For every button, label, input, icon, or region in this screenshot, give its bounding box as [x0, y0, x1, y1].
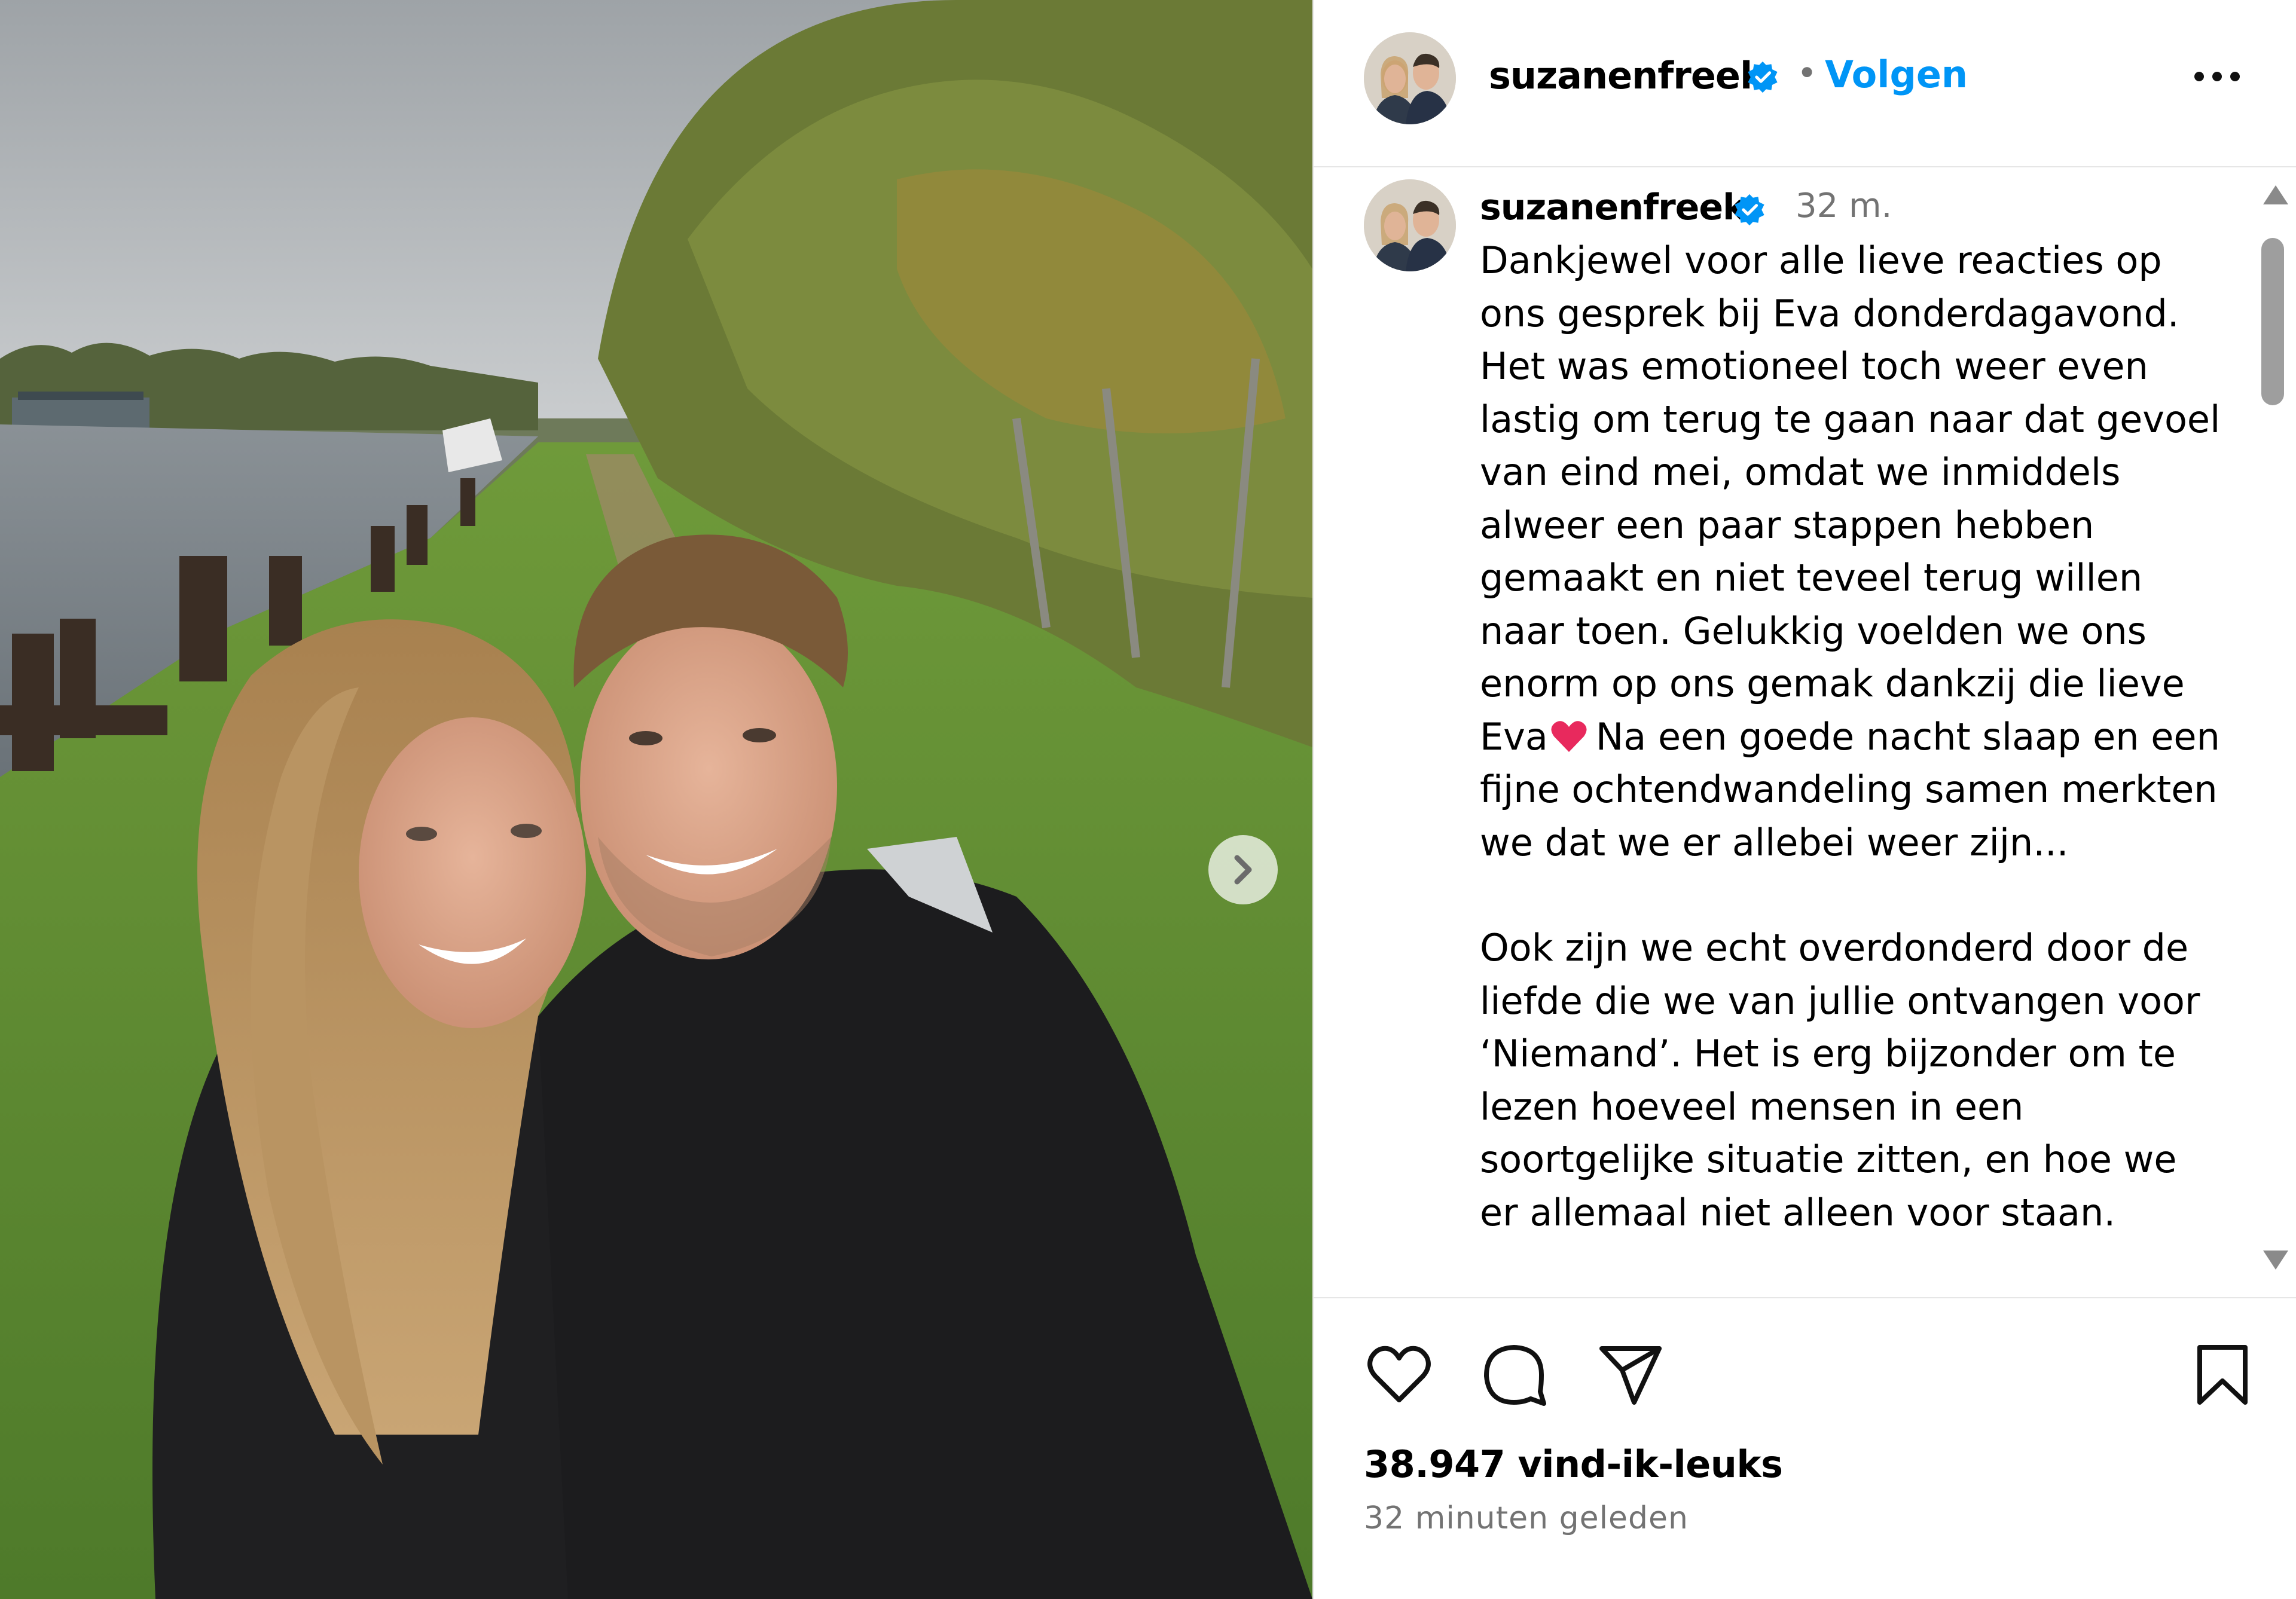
- post-side-panel: suzanenfreek • Volgen suzanenfreek 32 m.…: [1312, 0, 2296, 1599]
- actions-divider: [1314, 1297, 2296, 1298]
- caption-scroll-area[interactable]: suzanenfreek 32 m. Dankjewel voor alle l…: [1314, 169, 2296, 1297]
- chevron-right-icon: [1234, 855, 1252, 885]
- next-photo-button[interactable]: [1208, 835, 1278, 904]
- separator-dot: •: [1797, 53, 1818, 93]
- caption-text-part: Dankjewel voor alle lieve reacties op on…: [1480, 239, 2221, 759]
- caption-avatar[interactable]: [1364, 179, 1456, 271]
- red-heart-emoji: [1551, 720, 1587, 752]
- caption-text: Dankjewel voor alle lieve reacties op on…: [1480, 234, 2221, 1239]
- more-options-icon[interactable]: [2190, 65, 2244, 88]
- caption-scrollbar[interactable]: [2257, 179, 2294, 1297]
- caption-time[interactable]: 32 m.: [1796, 187, 1892, 225]
- verified-badge-icon: [1735, 194, 1764, 226]
- scroll-down-arrow-icon[interactable]: [2262, 1248, 2289, 1272]
- likes-count[interactable]: 38.947 vind-ik-leuks: [1364, 1442, 1783, 1486]
- scrollbar-thumb[interactable]: [2261, 238, 2284, 405]
- follow-button[interactable]: Volgen: [1825, 53, 1968, 96]
- paper-plane-icon[interactable]: [1595, 1339, 1666, 1411]
- caption-paragraph: Ook zijn we echt overdonderd door de lie…: [1480, 926, 2200, 1234]
- selfie-photo-illustration: [0, 0, 1312, 1599]
- header-divider: [1314, 166, 2296, 167]
- avatar-image: [1364, 179, 1456, 271]
- post-timestamp[interactable]: 32 minuten geleden: [1364, 1500, 1689, 1536]
- comment-icon[interactable]: [1478, 1339, 1550, 1411]
- caption-text-part: Na een goede nacht slaap en een fijne oc…: [1480, 714, 2220, 864]
- bookmark-icon[interactable]: [2187, 1339, 2258, 1411]
- profile-avatar[interactable]: [1364, 32, 1456, 124]
- avatar-image: [1364, 32, 1456, 124]
- heart-icon[interactable]: [1363, 1339, 1435, 1411]
- caption-paragraph: Dankjewel voor alle lieve reacties op on…: [1480, 234, 2221, 869]
- verified-badge-icon: [1748, 61, 1778, 93]
- scroll-up-arrow-icon[interactable]: [2262, 183, 2289, 207]
- post-photo[interactable]: [0, 0, 1312, 1599]
- header-username[interactable]: suzanenfreek: [1489, 54, 1764, 97]
- caption-username[interactable]: suzanenfreek: [1480, 187, 1747, 228]
